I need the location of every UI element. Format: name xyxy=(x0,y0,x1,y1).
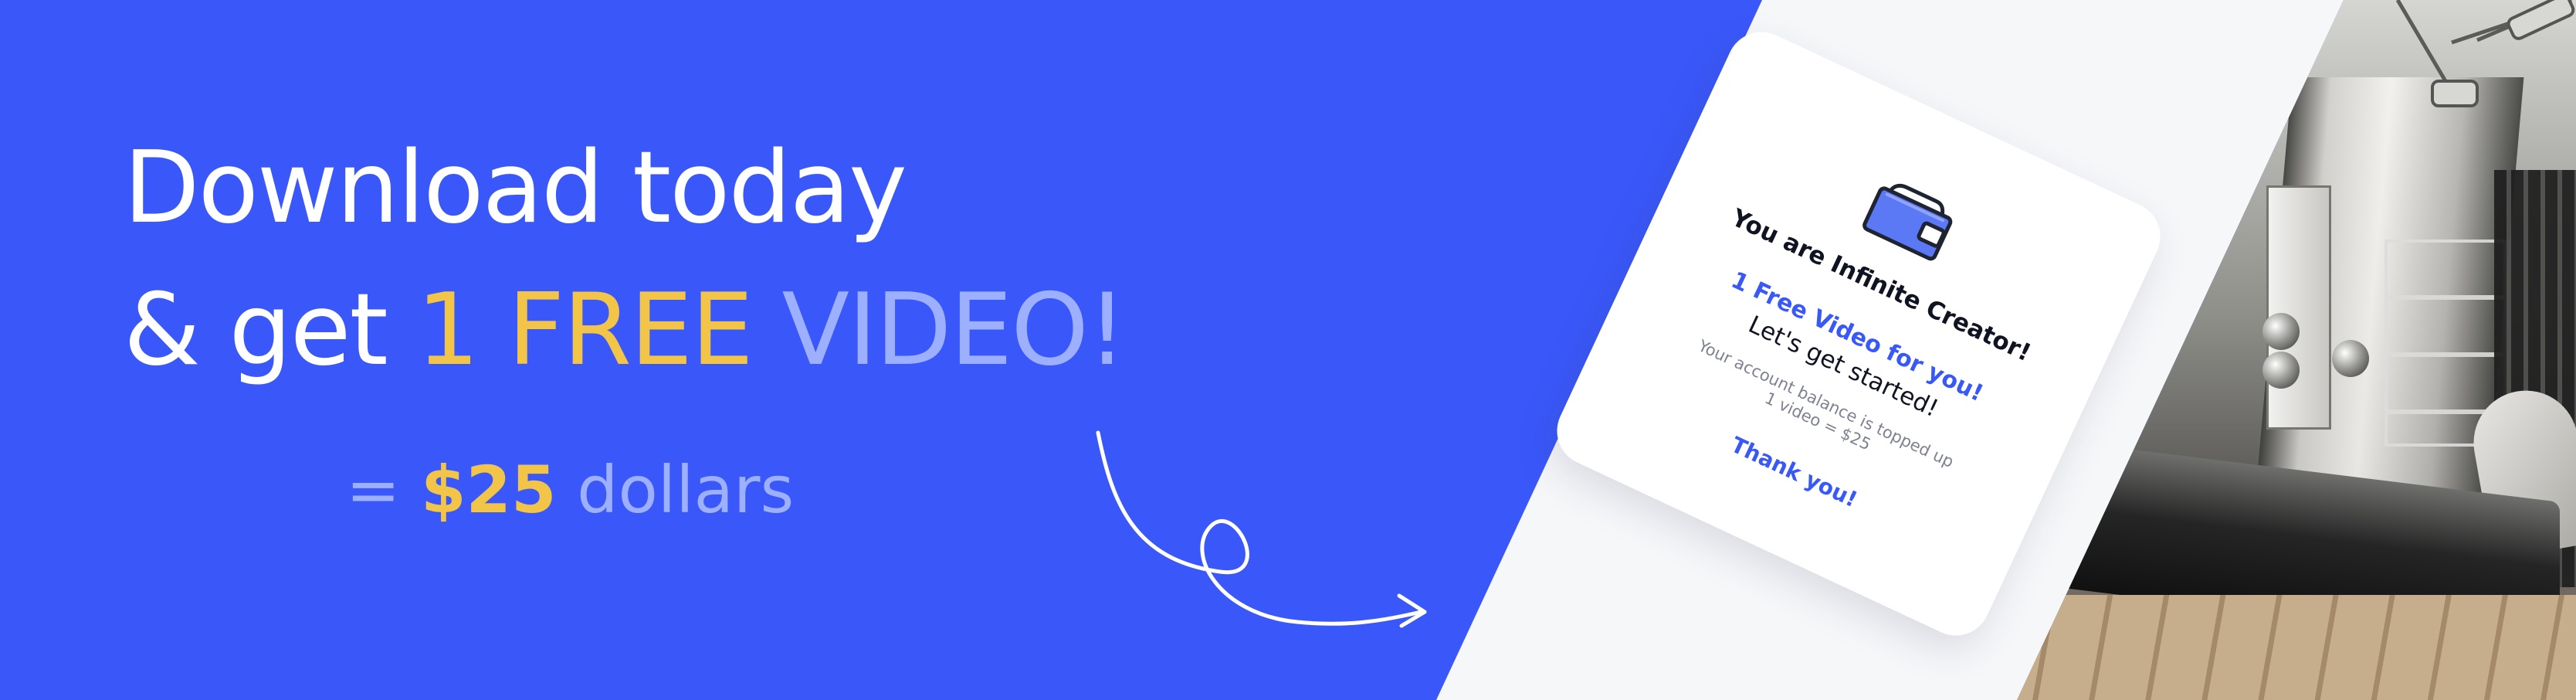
free-video-highlight: 1 FREE xyxy=(416,273,753,389)
ceiling-fixture-icon xyxy=(2395,0,2575,107)
hanging-lamp-icon xyxy=(2262,352,2300,389)
curly-arrow-icon xyxy=(1096,430,1427,628)
interior-floor xyxy=(2017,595,2576,700)
hanging-lamp-icon xyxy=(2262,313,2300,350)
headline-line-2: & get 1 FREE VIDEO! xyxy=(124,273,1127,389)
price-equivalent: = $25 dollars xyxy=(346,452,794,528)
hanging-lamp-icon xyxy=(2332,340,2369,377)
headline: Download today & get 1 FREE VIDEO! xyxy=(124,131,1127,389)
promo-banner: Download today & get 1 FREE VIDEO! = $25… xyxy=(0,0,2576,700)
video-label: VIDEO! xyxy=(751,273,1127,389)
price-prefix: = xyxy=(346,452,422,528)
headline-prefix: & get xyxy=(124,273,417,389)
price-amount: $25 xyxy=(421,452,557,528)
interior-window xyxy=(2266,185,2331,430)
price-suffix: dollars xyxy=(556,452,795,528)
wallet-icon xyxy=(1863,183,1953,261)
headline-line-1: Download today xyxy=(124,131,907,246)
